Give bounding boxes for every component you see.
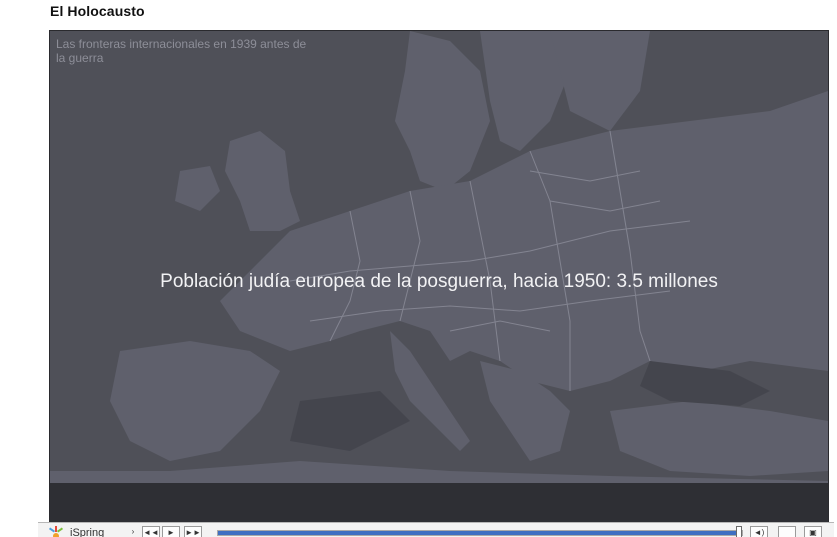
ispring-logo-icon: [48, 526, 64, 537]
fast-forward-icon: ►►: [185, 528, 201, 537]
map-caption-main: Población judía europea de la posguerra,…: [160, 271, 718, 292]
fullscreen-button[interactable]: ▣: [804, 526, 822, 537]
volume-button[interactable]: ◄): [750, 526, 768, 537]
page-title: El Holocausto: [50, 3, 145, 19]
blank-button[interactable]: [778, 526, 796, 537]
rewind-icon: ◄◄: [143, 528, 159, 537]
fast-forward-button[interactable]: ►►: [184, 526, 202, 537]
progress-handle[interactable]: [736, 526, 742, 537]
progress-track[interactable]: [217, 530, 743, 536]
fullscreen-icon: ▣: [809, 528, 817, 537]
video-frame[interactable]: Las fronteras internacionales en 1939 an…: [49, 30, 829, 524]
play-icon: ►: [167, 528, 175, 537]
chevron-right-icon[interactable]: ›: [126, 526, 140, 537]
player-control-bar: iSpring › ◄◄ ► ►► ◄) ▣: [38, 522, 834, 537]
rewind-button[interactable]: ◄◄: [142, 526, 160, 537]
volume-icon: ◄): [753, 528, 765, 537]
video-bottom-band: [50, 483, 828, 523]
map-caption-top: Las fronteras internacionales en 1939 an…: [56, 37, 307, 65]
player-brand-label: iSpring: [70, 527, 105, 537]
play-button[interactable]: ►: [162, 526, 180, 537]
progress-fill: [218, 531, 737, 535]
